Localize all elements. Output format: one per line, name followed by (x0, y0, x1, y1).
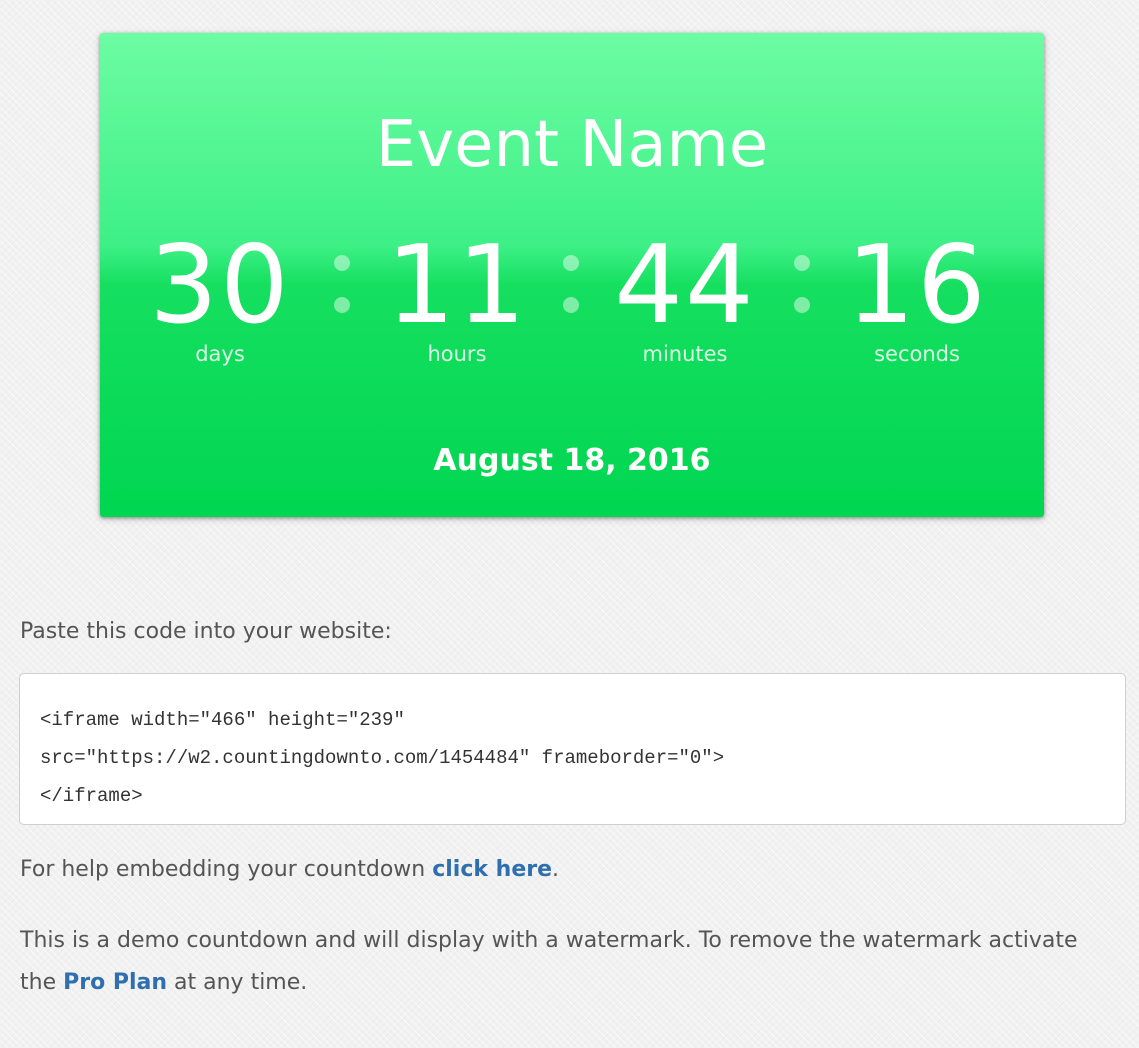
countdown-days: 30 days (120, 221, 320, 367)
separator-colon (563, 255, 579, 315)
help-link[interactable]: click here (432, 857, 552, 882)
days-value: 30 (149, 223, 291, 348)
embed-code-box[interactable]: <iframe width="466" height="239" src="ht… (19, 673, 1126, 825)
separator-dot (334, 297, 350, 313)
countdown-hours: 11 hours (357, 221, 557, 367)
separator-colon (794, 255, 810, 315)
separator-colon (334, 255, 350, 315)
separator-dot (334, 255, 350, 271)
pro-plan-link[interactable]: Pro Plan (63, 970, 167, 995)
separator-dot (563, 297, 579, 313)
countdown-minutes: 44 minutes (585, 221, 785, 367)
separator-dot (794, 297, 810, 313)
separator-dot (563, 255, 579, 271)
help-text: For help embedding your countdown click … (20, 854, 559, 886)
event-title: Event Name (375, 108, 769, 182)
demo-notice-suffix: at any time. (167, 970, 308, 995)
demo-notice: This is a demo countdown and will displa… (20, 920, 1100, 1004)
embed-instructions: Paste this code into your website: (20, 619, 392, 644)
countdown-widget: Event Name 30 days 11 hours 44 minutes 1… (100, 33, 1044, 517)
hours-value: 11 (386, 223, 528, 348)
seconds-value: 16 (846, 223, 988, 348)
help-text-suffix: . (552, 857, 560, 882)
countdown-seconds: 16 seconds (817, 221, 1017, 367)
event-date: August 18, 2016 (433, 443, 711, 478)
separator-dot (794, 255, 810, 271)
help-text-prefix: For help embedding your countdown (20, 857, 433, 882)
minutes-value: 44 (614, 223, 756, 348)
